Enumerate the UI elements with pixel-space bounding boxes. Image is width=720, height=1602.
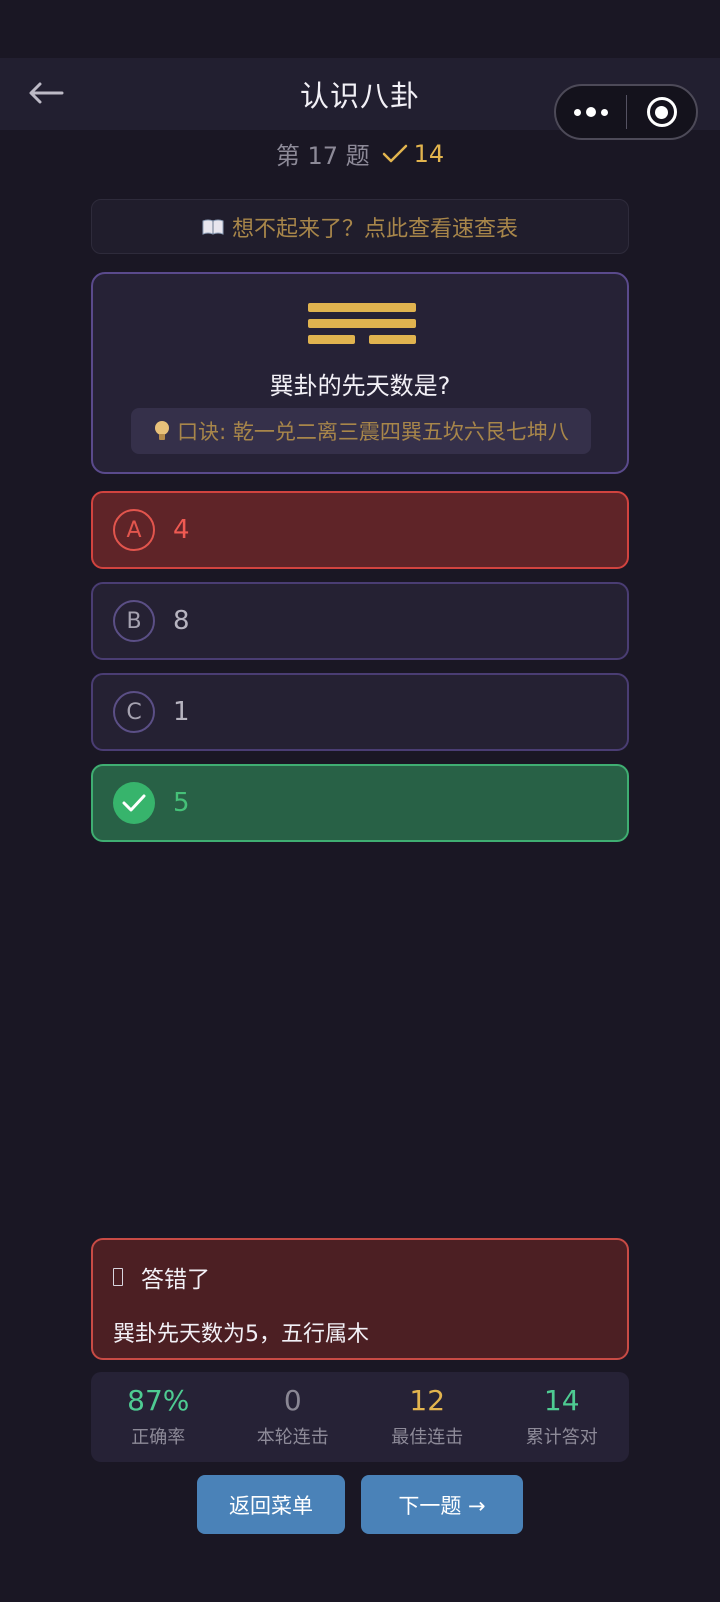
option-value-c: 1 xyxy=(173,697,190,727)
cheat-sheet-label: 想不起来了？点此查看速查表 xyxy=(231,216,518,242)
question-number: 第 17 题 xyxy=(275,142,370,170)
stat-label: 本轮连击 xyxy=(256,1427,329,1448)
target-circle-icon xyxy=(646,97,677,127)
more-dots-icon[interactable] xyxy=(556,107,626,117)
check-circle-icon xyxy=(113,782,155,824)
stat-label: 正确率 xyxy=(131,1427,186,1448)
option-d-correct[interactable]: 5 xyxy=(91,764,629,842)
wrong-mark-icon xyxy=(113,1268,123,1286)
option-a[interactable]: A 4 xyxy=(91,491,629,569)
option-value-a: 4 xyxy=(173,515,190,545)
answer-feedback: 答错了 巽卦先天数为5，五行属木 xyxy=(91,1238,629,1360)
lightbulb-icon xyxy=(155,421,170,440)
status-bar-area xyxy=(0,0,720,58)
next-question-button[interactable]: 下一题 → xyxy=(361,1475,523,1534)
option-letter-c: C xyxy=(113,691,155,733)
option-value-d: 5 xyxy=(173,788,190,818)
mini-program-capsule xyxy=(554,84,698,140)
stat-label: 累计答对 xyxy=(525,1427,598,1448)
feedback-title: 答错了 xyxy=(141,1267,210,1293)
xun-trigram-symbol xyxy=(308,303,416,351)
stats-panel: 87% 正确率 0 本轮连击 12 最佳连击 14 累计答对 xyxy=(91,1372,629,1462)
close-miniprogram-button[interactable] xyxy=(627,97,696,127)
progress-indicator: 第 17 题 14 xyxy=(0,136,720,171)
cheat-sheet-button[interactable]: 想不起来了？点此查看速查表 xyxy=(91,199,629,254)
question-text: 巽卦的先天数是? xyxy=(269,372,451,400)
stat-best-streak: 12 最佳连击 xyxy=(360,1372,495,1462)
option-letter-a: A xyxy=(113,509,155,551)
feedback-message: 巽卦先天数为5，五行属木 xyxy=(113,1322,369,1347)
stat-value: 87% xyxy=(127,1384,190,1417)
stat-current-streak: 0 本轮连击 xyxy=(226,1372,361,1462)
mnemonic-hint: 口诀: 乾一兑二离三震四巽五坎六艮七坤八 xyxy=(131,408,591,454)
stat-accuracy: 87% 正确率 xyxy=(91,1372,226,1462)
correct-score: 14 xyxy=(382,139,445,168)
back-button[interactable] xyxy=(26,78,66,108)
option-value-b: 8 xyxy=(173,606,190,636)
checkmark-icon xyxy=(382,144,407,162)
question-card: 巽卦的先天数是? 口诀: 乾一兑二离三震四巽五坎六艮七坤八 xyxy=(91,272,629,474)
mnemonic-text: 口诀: 乾一兑二离三震四巽五坎六艮七坤八 xyxy=(177,420,569,444)
correct-count: 14 xyxy=(413,139,445,168)
stat-value: 0 xyxy=(283,1384,302,1417)
option-b[interactable]: B 8 xyxy=(91,582,629,660)
book-icon xyxy=(202,219,224,235)
stat-label: 最佳连击 xyxy=(391,1427,464,1448)
stat-total-correct: 14 累计答对 xyxy=(495,1372,630,1462)
stat-value: 14 xyxy=(543,1384,580,1417)
arrow-left-icon xyxy=(29,82,64,104)
stat-value: 12 xyxy=(409,1384,446,1417)
back-to-menu-button[interactable]: 返回菜单 xyxy=(197,1475,345,1534)
page-title: 认识八卦 xyxy=(299,79,420,113)
option-c[interactable]: C 1 xyxy=(91,673,629,751)
option-letter-b: B xyxy=(113,600,155,642)
